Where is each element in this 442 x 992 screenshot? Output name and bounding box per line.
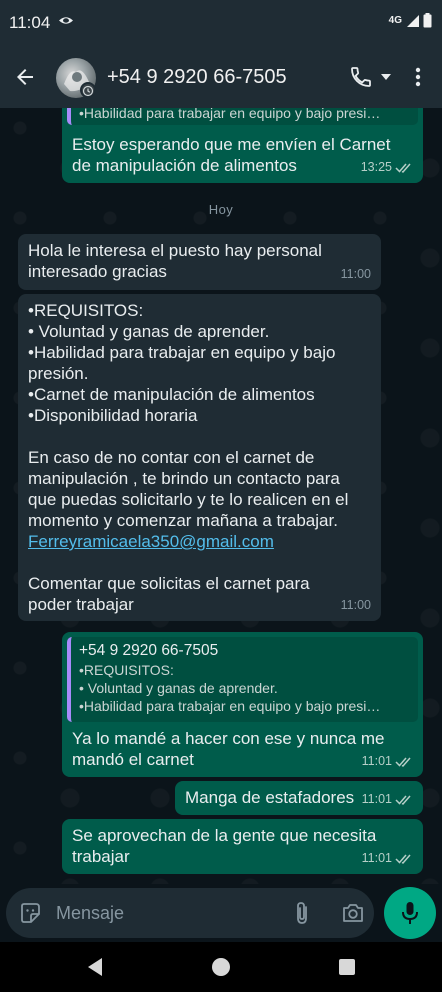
message-list[interactable]: •Habilidad para trabajar en equipo y baj… xyxy=(0,108,442,884)
nav-recents-icon[interactable] xyxy=(339,959,355,975)
message-text-line: que puedas solicitarlo y te lo realicen … xyxy=(28,490,349,509)
message-text-line: momento y comenzar mañana a trabajar. xyxy=(28,511,338,530)
microphone-icon xyxy=(402,902,418,924)
message-meta: 11:01 xyxy=(362,848,413,869)
read-receipt-icon xyxy=(395,854,411,864)
message-incoming[interactable]: Hola le interesa el puesto hay personal … xyxy=(18,234,381,290)
composer: Mensaje xyxy=(0,884,442,942)
read-receipt-icon xyxy=(395,163,411,173)
message-time: 11:01 xyxy=(361,851,392,865)
message-text-line: Ya lo mandé a hacer con ese y nunca me xyxy=(72,729,385,748)
message-text-line: manipulación , te brindo un contacto par… xyxy=(28,469,340,488)
quoted-message[interactable]: •Habilidad para trabajar en equipo y baj… xyxy=(67,108,418,125)
sticker-icon[interactable] xyxy=(18,901,42,925)
message-text-line: •Habilidad para trabajar en equipo y baj… xyxy=(28,343,336,362)
signal-icon xyxy=(407,14,419,27)
message-time: 13:25 xyxy=(360,160,392,174)
message-text-line: •Disponibilidad horaria xyxy=(28,406,198,425)
battery-icon xyxy=(423,13,432,28)
message-incoming[interactable]: •REQUISITOS: • Voluntad y ganas de apren… xyxy=(18,294,381,621)
avatar-status-badge xyxy=(80,82,96,98)
message-text-line: poder trabajar xyxy=(28,595,134,614)
camera-icon[interactable] xyxy=(341,901,365,925)
back-arrow-icon[interactable] xyxy=(13,65,37,89)
system-nav-bar xyxy=(0,942,442,992)
message-outgoing[interactable]: +54 9 2920 66-7505 •REQUISITOS: • Volunt… xyxy=(62,632,423,777)
status-time: 11:04 xyxy=(9,13,51,32)
cast-icon xyxy=(59,17,73,24)
email-link[interactable]: Ferreyramicaela350@gmail.com xyxy=(28,532,274,551)
message-input[interactable]: Mensaje xyxy=(6,888,374,938)
more-options-icon[interactable] xyxy=(408,65,428,89)
message-text-line: •Carnet de manipulación de alimentos xyxy=(28,385,315,404)
message-text-line: En caso de no contar con el carnet de xyxy=(28,448,315,467)
message-text-line: Se aprovechan de la gente que necesita xyxy=(72,826,377,845)
message-text: Manga de estafadores xyxy=(185,788,355,807)
contact-name[interactable]: +54 9 2920 66-7505 xyxy=(107,66,287,89)
message-text-line: Hola le interesa el puesto hay personal xyxy=(28,241,322,260)
message-outgoing[interactable]: Se aprovechan de la gente que necesita t… xyxy=(62,819,423,874)
message-text-line: Estoy esperando que me envíen el Carnet xyxy=(72,135,391,154)
message-outgoing[interactable]: •Habilidad para trabajar en equipo y baj… xyxy=(62,108,423,183)
voice-message-button[interactable] xyxy=(384,887,436,939)
date-chip: Hoy xyxy=(208,202,234,217)
message-meta: 11:01 xyxy=(362,751,413,772)
message-meta: 11:00 xyxy=(341,595,371,616)
quoted-line: •REQUISITOS: xyxy=(79,662,174,678)
message-outgoing[interactable]: Manga de estafadores 11:01 xyxy=(175,781,423,815)
paperclip-icon[interactable] xyxy=(290,900,314,926)
message-text-line: presión. xyxy=(28,364,89,383)
call-options-chevron-icon[interactable] xyxy=(381,74,391,80)
message-text-line: Comentar que solicitas el carnet para xyxy=(28,574,310,593)
nav-back-icon[interactable] xyxy=(86,957,104,977)
quoted-line: •Habilidad para trabajar en equipo y baj… xyxy=(79,108,381,121)
message-text-line: •REQUISITOS: xyxy=(28,301,144,320)
message-text-line: • Voluntad y ganas de aprender. xyxy=(28,322,270,341)
message-text-line xyxy=(28,552,378,573)
nav-home-icon[interactable] xyxy=(212,958,230,976)
quoted-line: • Voluntad y ganas de aprender. xyxy=(79,680,278,696)
clock-icon xyxy=(82,85,94,97)
quoted-author: +54 9 2920 66-7505 xyxy=(79,642,219,659)
message-time: 11:00 xyxy=(340,267,371,281)
read-receipt-icon xyxy=(395,757,411,767)
message-placeholder: Mensaje xyxy=(56,903,125,923)
quoted-line: •Habilidad para trabajar en equipo y baj… xyxy=(79,698,381,714)
message-text-line: interesado gracias xyxy=(28,262,167,281)
message-meta: 11:01 xyxy=(362,789,413,810)
message-meta: 11:00 xyxy=(341,264,371,285)
phone-icon[interactable] xyxy=(349,65,373,89)
status-icons: 4G xyxy=(389,13,432,28)
status-bar: 11:04 4G xyxy=(0,0,442,46)
chat-header: +54 9 2920 66-7505 xyxy=(0,46,442,108)
message-time: 11:00 xyxy=(340,598,371,612)
message-meta: 13:25 xyxy=(361,157,413,178)
message-time: 11:01 xyxy=(361,754,392,768)
read-receipt-icon xyxy=(395,795,411,805)
network-type: 4G xyxy=(388,14,402,26)
quoted-message[interactable]: +54 9 2920 66-7505 •REQUISITOS: • Volunt… xyxy=(67,637,418,722)
message-time: 11:01 xyxy=(361,792,392,806)
message-text-line xyxy=(28,426,378,447)
